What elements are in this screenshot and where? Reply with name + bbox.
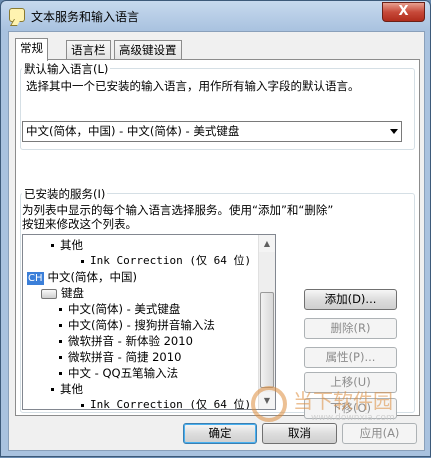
tab-advanced-key-settings[interactable]: 高级键设置 [114, 40, 182, 60]
tree-item-keyboard-qq-wubi[interactable]: 中文 - QQ五笔输入法 [59, 365, 178, 381]
tree-item-ink-correction-1[interactable]: Ink Correction (仅 64 位) [81, 253, 251, 269]
tree-item-keyboard-mspy-new[interactable]: 微软拼音 - 新体验 2010 [59, 333, 193, 349]
tree-label: 其他 [60, 382, 83, 396]
close-button[interactable]: X [382, 2, 425, 22]
add-button[interactable]: 添加(D)... [304, 289, 397, 310]
installed-services-tree[interactable]: 其他 Ink Correction (仅 64 位) CH 中文(简体，中国) 键… [22, 234, 276, 410]
tree-label: 微软拼音 - 简捷 2010 [68, 350, 182, 364]
bullet-icon [81, 259, 84, 263]
default-language-label: 默认输入语言(L) [22, 61, 111, 77]
tree-label: 中文 - QQ五笔输入法 [68, 366, 179, 380]
bullet-icon [59, 372, 62, 375]
tree-label: 微软拼音 - 新体验 2010 [68, 334, 193, 348]
tree-label: 键盘 [61, 286, 84, 300]
default-language-description: 选择其中一个已安装的输入语言，用作所有输入字段的默认语言。 [26, 79, 360, 93]
ok-button[interactable]: 确定 [183, 423, 257, 444]
tree-label: 中文(简体，中国) [47, 270, 137, 284]
tree-item-ink-correction-2[interactable]: Ink Correction (仅 64 位) [81, 397, 252, 410]
watermark-logo: 当下软件园 www.downxia.com [251, 381, 431, 458]
bullet-icon [59, 356, 62, 359]
default-language-value: 中文(简体，中国) - 中文(简体) - 美式键盘 [26, 124, 240, 138]
window-title: 文本服务和输入语言 [31, 10, 140, 24]
tree-item-language-chinese[interactable]: CH 中文(简体，中国) [27, 269, 137, 285]
tab-general[interactable]: 常规 [15, 38, 48, 61]
bullet-icon [81, 403, 84, 407]
tree-label: 中文(简体) - 搜狗拼音输入法 [68, 318, 215, 332]
installed-services-description-2: 按钮来修改这个列表。 [22, 217, 137, 231]
chevron-down-icon[interactable] [390, 129, 398, 134]
dialog-window: 文本服务和输入语言 X 常规 语言栏 高级键设置 默认输入语言(L) 选择其中一… [0, 0, 431, 457]
bullet-icon [59, 308, 62, 311]
watermark-url: www.downxia.com [311, 413, 395, 423]
scroll-up-icon[interactable]: ▲ [259, 235, 275, 252]
tree-item-keyboard-mspy-simple[interactable]: 微软拼音 - 简捷 2010 [59, 349, 181, 365]
tree-item-keyboard-sogou[interactable]: 中文(简体) - 搜狗拼音输入法 [59, 317, 215, 333]
tab-language-bar[interactable]: 语言栏 [66, 40, 111, 60]
tree-label: 其他 [60, 238, 83, 252]
remove-button[interactable]: 删除(R) [304, 318, 397, 339]
tree-item-other-2[interactable]: 其他 [51, 381, 83, 397]
default-language-select[interactable]: 中文(简体，中国) - 中文(简体) - 美式键盘 [22, 121, 402, 142]
tree-label: 中文(简体) - 美式键盘 [68, 302, 181, 316]
installed-services-label: 已安装的服务(I) [22, 186, 108, 202]
tree-label: Ink Correction (仅 64 位) [90, 254, 252, 267]
tree-label: Ink Correction (仅 64 位) [90, 398, 252, 410]
tree-item-keyboard[interactable]: 键盘 [41, 285, 84, 301]
bullet-icon [51, 244, 54, 247]
text-services-icon [9, 8, 25, 22]
title-bar[interactable]: 文本服务和输入语言 X [1, 1, 430, 31]
watermark-circle-icon [251, 386, 287, 422]
watermark-brand: 当下软件园 [293, 389, 393, 413]
close-icon: X [398, 4, 409, 19]
tree-item-keyboard-us[interactable]: 中文(简体) - 美式键盘 [59, 301, 180, 317]
tree-item-other-1[interactable]: 其他 [51, 237, 83, 253]
properties-button[interactable]: 属性(P)... [304, 347, 397, 368]
general-tab-panel: 默认输入语言(L) 选择其中一个已安装的输入语言，用作所有输入字段的默认语言。 … [15, 59, 420, 419]
keyboard-icon [41, 288, 57, 299]
scrollbar-thumb[interactable] [260, 292, 274, 388]
language-badge-icon: CH [27, 272, 44, 285]
bullet-icon [59, 324, 62, 327]
bullet-icon [59, 340, 62, 343]
bullet-icon [51, 388, 54, 391]
